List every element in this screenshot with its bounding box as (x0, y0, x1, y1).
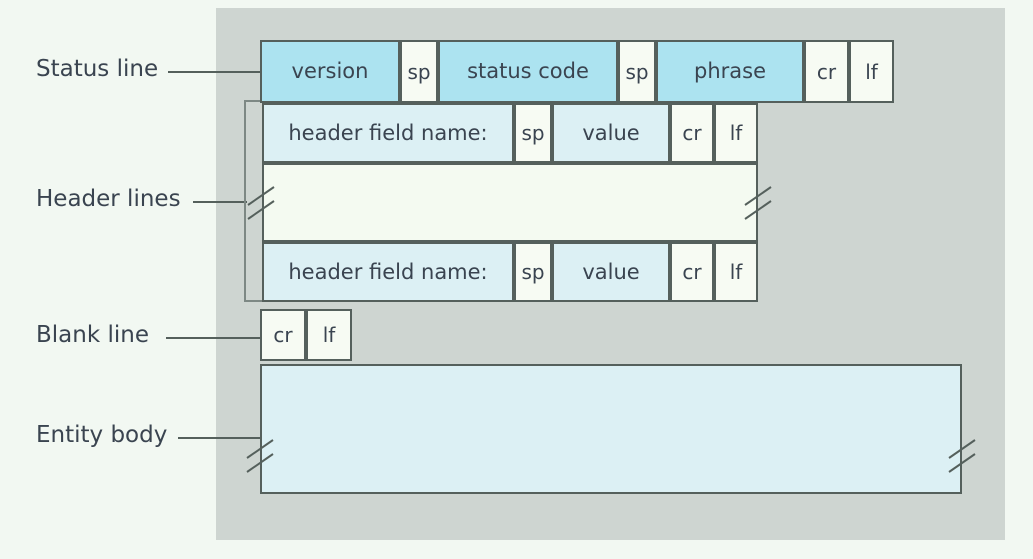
label-status-line: Status line (36, 56, 159, 82)
header-line-1-cell-cr: cr (670, 103, 714, 163)
header-line-1-cell-lf: lf (714, 103, 758, 163)
header-line-2-cell-sp: sp (514, 242, 552, 302)
diagram-canvas: Status line Header lines Blank line Enti… (0, 0, 1033, 559)
header-line-2-cell-value: value (552, 242, 670, 302)
header-lines-bracket (244, 100, 262, 302)
status-line-cell-phrase: phrase (656, 40, 804, 103)
header-line-2-cell-field-name: header field name: (262, 242, 514, 302)
label-blank-line: Blank line (36, 322, 149, 348)
leader-status-line (168, 71, 260, 73)
status-line-cell-cr: cr (804, 40, 849, 103)
blank-line-cell-lf: lf (306, 309, 352, 361)
status-line-cell-lf: lf (849, 40, 894, 103)
leader-header-lines (193, 201, 247, 203)
blank-line-cell-cr: cr (260, 309, 306, 361)
leader-blank-line (166, 337, 261, 339)
status-line-cell-sp-2: sp (618, 40, 656, 103)
status-line-cell-status-code: status code (438, 40, 618, 103)
header-lines-continuation-row (262, 163, 758, 242)
entity-body-box (260, 364, 962, 494)
header-line-1-cell-sp: sp (514, 103, 552, 163)
header-line-1-cell-value: value (552, 103, 670, 163)
status-line-cell-sp-1: sp (400, 40, 438, 103)
header-line-1-cell-field-name: header field name: (262, 103, 514, 163)
header-line-2-cell-cr: cr (670, 242, 714, 302)
header-line-2-cell-lf: lf (714, 242, 758, 302)
label-entity-body: Entity body (36, 422, 168, 448)
status-line-cell-version: version (260, 40, 400, 103)
label-header-lines: Header lines (36, 186, 181, 212)
leader-entity-body (178, 437, 261, 439)
